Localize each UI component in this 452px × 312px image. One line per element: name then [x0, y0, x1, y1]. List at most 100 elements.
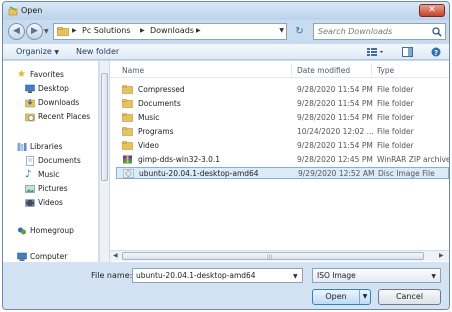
column-type[interactable]: Type	[377, 66, 394, 75]
disc-image-icon	[123, 169, 134, 178]
videos-icon	[25, 199, 35, 207]
title-bar[interactable]: Open ✕	[3, 2, 449, 20]
homegroup-icon	[18, 227, 26, 235]
file-date: 9/28/2020 11:54 PM	[297, 113, 373, 122]
column-name[interactable]: Name	[122, 66, 144, 75]
open-dialog: Open ✕ ◀ ▶ ▼ ▶ Pc Solutions ▶ Downloads …	[2, 1, 450, 310]
file-row-ubuntu-iso[interactable]: ubuntu-20.04.1-desktop-amd64 9/29/2020 1…	[116, 167, 449, 179]
organize-button[interactable]: Organize ▼	[16, 47, 59, 56]
nav-item-label: Documents	[38, 156, 81, 165]
search-input[interactable]	[314, 24, 429, 39]
nav-homegroup-label: Homegroup	[30, 226, 74, 235]
navigation-scrollbar[interactable]	[99, 61, 109, 262]
column-divider[interactable]	[291, 63, 292, 76]
file-date: 9/28/2020 12:45 PM	[297, 155, 373, 164]
nav-item-downloads[interactable]: Downloads	[3, 97, 98, 109]
forward-button[interactable]: ▶	[26, 23, 43, 40]
close-button[interactable]: ✕	[419, 4, 445, 17]
search-icon[interactable]	[432, 27, 442, 37]
file-row-documents[interactable]: Documents 9/28/2020 11:54 PM File folder	[116, 98, 449, 110]
file-name-input[interactable]	[132, 268, 303, 283]
refresh-icon: ↻	[295, 26, 304, 37]
nav-item-label: Downloads	[38, 98, 80, 107]
file-name: ubuntu-20.04.1-desktop-amd64	[139, 169, 259, 178]
horizontal-scrollbar[interactable]: ◀ ||| ▶	[110, 250, 449, 261]
scrollbar-thumb[interactable]	[101, 73, 108, 181]
nav-homegroup[interactable]: Homegroup	[3, 225, 98, 237]
breadcrumb-separator-icon[interactable]: ▶	[72, 27, 77, 34]
file-date: 9/29/2020 12:52 AM	[298, 169, 375, 178]
file-type-select[interactable]: ISO Image ▼	[312, 268, 441, 283]
star-icon: ★	[17, 69, 26, 80]
address-dropdown-icon[interactable]: ▼	[279, 27, 284, 34]
file-name: Compressed	[138, 85, 185, 94]
nav-item-label: Videos	[38, 198, 63, 207]
cancel-button[interactable]: Cancel	[378, 289, 441, 305]
nav-item-desktop[interactable]: Desktop	[3, 83, 98, 95]
help-icon[interactable]: ?	[431, 47, 441, 57]
file-type: Disc Image File	[378, 169, 435, 178]
folder-icon	[122, 113, 133, 122]
scrollbar-thumb[interactable]: |||	[122, 252, 424, 260]
scroll-left-icon[interactable]: ◀	[113, 252, 118, 259]
svg-text:?: ?	[434, 49, 438, 57]
app-icon	[8, 6, 18, 16]
file-name-label: File name:	[91, 271, 133, 280]
file-name: gimp-dds-win32-3.0.1	[138, 155, 221, 164]
breadcrumb-downloads[interactable]: Downloads	[150, 26, 194, 35]
file-row-music[interactable]: Music 9/28/2020 11:54 PM File folder	[116, 112, 449, 124]
view-options-icon[interactable]	[366, 47, 384, 57]
file-name: Music	[138, 113, 160, 122]
nav-item-label: Music	[38, 170, 60, 179]
nav-item-recent-places[interactable]: Recent Places	[3, 111, 98, 123]
nav-item-music[interactable]: ♪ Music	[3, 169, 98, 181]
nav-item-label: Pictures	[38, 184, 68, 193]
file-type: File folder	[377, 113, 414, 122]
nav-item-label: Desktop	[38, 84, 69, 93]
file-name: Programs	[138, 127, 174, 136]
nav-item-videos[interactable]: Videos	[3, 197, 98, 209]
breadcrumb-separator-icon[interactable]: ▶	[140, 27, 145, 34]
chevron-down-icon: ▼	[431, 273, 436, 280]
open-button[interactable]: Open ▼	[312, 289, 371, 305]
file-row-gimp-dds[interactable]: gimp-dds-win32-3.0.1 9/28/2020 12:45 PM …	[116, 154, 449, 166]
column-divider[interactable]	[371, 63, 372, 76]
file-type: File folder	[377, 141, 414, 150]
breadcrumb-pc-solutions[interactable]: Pc Solutions	[82, 26, 131, 35]
nav-libraries[interactable]: Libraries	[3, 141, 98, 153]
file-list: Name Date modified Type Compressed 9/28/…	[110, 61, 449, 262]
downloads-icon	[25, 99, 35, 108]
file-type: File folder	[377, 127, 414, 136]
column-date-modified[interactable]: Date modified	[297, 66, 350, 75]
folder-icon	[122, 141, 133, 150]
address-bar[interactable]: ▶ Pc Solutions ▶ Downloads ▶ ▼	[53, 23, 287, 40]
file-row-video[interactable]: Video 9/28/2020 11:54 PM File folder	[116, 140, 449, 152]
file-name-history-icon[interactable]: ▼	[293, 273, 298, 280]
documents-icon	[26, 156, 34, 166]
chevron-down-icon: ▼	[54, 49, 60, 56]
nav-item-pictures[interactable]: Pictures	[3, 183, 98, 195]
file-row-compressed[interactable]: Compressed 9/28/2020 11:54 PM File folde…	[116, 84, 449, 96]
dialog-footer: File name: ▼ ISO Image ▼ Open ▼ Cancel	[3, 262, 449, 309]
command-toolbar: Organize ▼ New folder ?	[3, 44, 449, 60]
folder-icon	[122, 85, 133, 94]
file-type: File folder	[377, 85, 414, 94]
search-box[interactable]	[313, 23, 446, 40]
scroll-right-icon[interactable]: ▶	[439, 252, 444, 259]
file-row-programs[interactable]: Programs 10/24/2020 12:02 ... File folde…	[116, 126, 449, 138]
nav-item-documents[interactable]: Documents	[3, 155, 98, 167]
new-folder-button[interactable]: New folder	[76, 47, 119, 56]
back-button[interactable]: ◀	[8, 23, 25, 40]
nav-item-label: Recent Places	[38, 112, 91, 121]
breadcrumb-separator-icon[interactable]: ▶	[196, 27, 201, 34]
preview-pane-icon[interactable]	[402, 47, 413, 57]
refresh-button[interactable]: ↻	[291, 23, 308, 40]
music-icon: ♪	[25, 169, 32, 180]
recent-places-icon	[25, 113, 35, 122]
navigation-bar: ◀ ▶ ▼ ▶ Pc Solutions ▶ Downloads ▶ ▼ ↻	[3, 20, 449, 44]
grip-icon: |||	[267, 254, 273, 260]
organize-label: Organize	[16, 47, 52, 56]
nav-favorites[interactable]: ★ Favorites	[3, 69, 98, 81]
recent-pages-dropdown[interactable]: ▼	[44, 28, 49, 35]
open-options-dropdown-icon[interactable]: ▼	[359, 290, 370, 304]
